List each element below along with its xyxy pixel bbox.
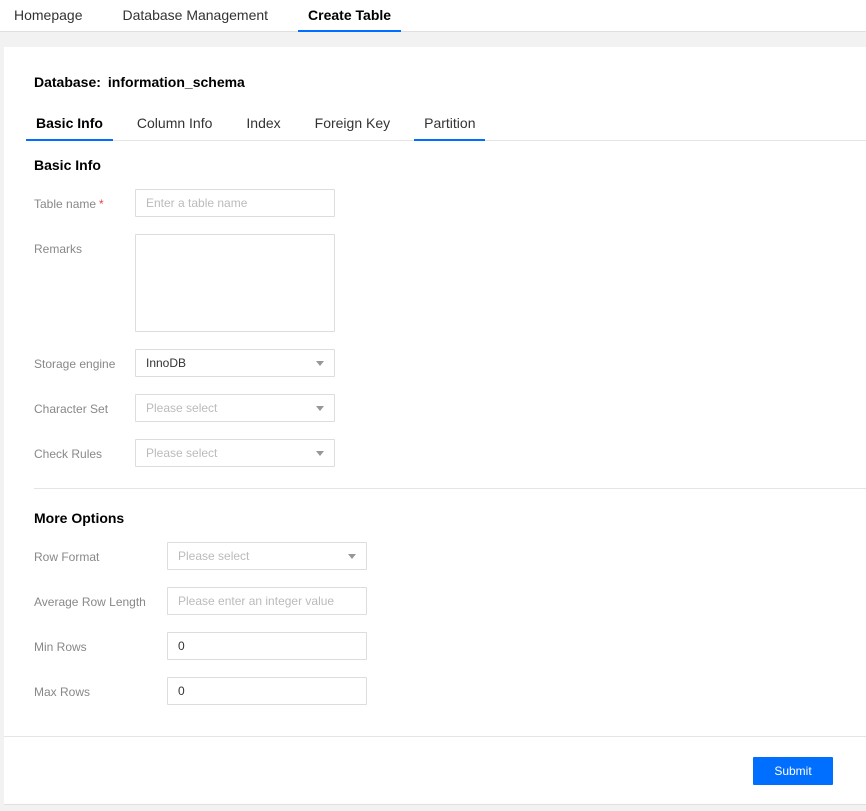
min-rows-label: Min Rows: [34, 632, 167, 654]
remarks-label: Remarks: [34, 234, 135, 256]
section-divider: [34, 488, 866, 489]
character-set-label: Character Set: [34, 394, 135, 416]
average-row-length-row: Average Row Length: [34, 587, 866, 615]
tab-basic-info[interactable]: Basic Info: [26, 109, 113, 141]
remarks-row: Remarks: [34, 234, 866, 332]
row-format-row: Row Format Please select: [34, 542, 866, 570]
chevron-down-icon: [348, 554, 356, 559]
remarks-textarea[interactable]: [135, 234, 335, 332]
average-row-length-label: Average Row Length: [34, 587, 167, 609]
database-label: Database:: [34, 74, 101, 90]
form-tab-bar: Basic Info Column Info Index Foreign Key…: [26, 109, 866, 141]
tab-column-info[interactable]: Column Info: [127, 109, 222, 141]
table-name-label: Table name*: [34, 189, 135, 211]
check-rules-placeholder: Please select: [146, 446, 217, 460]
tab-create-table[interactable]: Create Table: [298, 1, 401, 32]
create-table-panel: Database: information_schema Basic Info C…: [4, 47, 866, 805]
basic-info-heading: Basic Info: [34, 157, 866, 173]
storage-engine-row: Storage engine InnoDB: [34, 349, 866, 377]
check-rules-label: Check Rules: [34, 439, 135, 461]
check-rules-select[interactable]: Please select: [135, 439, 335, 467]
tab-foreign-key[interactable]: Foreign Key: [305, 109, 400, 141]
tab-partition[interactable]: Partition: [414, 109, 485, 141]
basic-info-form: Table name* Remarks Storage engine InnoD…: [4, 189, 866, 484]
more-options-form: Row Format Please select Average Row Len…: [4, 542, 866, 722]
average-row-length-input[interactable]: [167, 587, 367, 615]
more-options-heading: More Options: [34, 510, 866, 526]
min-rows-row: Min Rows: [34, 632, 866, 660]
chevron-down-icon: [316, 451, 324, 456]
character-set-row: Character Set Please select: [34, 394, 866, 422]
max-rows-row: Max Rows: [34, 677, 866, 705]
storage-engine-select[interactable]: InnoDB: [135, 349, 335, 377]
required-marker: *: [99, 197, 104, 211]
chevron-down-icon: [316, 361, 324, 366]
tab-database-management[interactable]: Database Management: [113, 1, 279, 32]
table-name-row: Table name*: [34, 189, 866, 217]
submit-button[interactable]: Submit: [753, 757, 833, 785]
top-tab-bar: Homepage Database Management Create Tabl…: [0, 0, 866, 32]
min-rows-input[interactable]: [167, 632, 367, 660]
tab-index[interactable]: Index: [236, 109, 290, 141]
row-format-label: Row Format: [34, 542, 167, 564]
max-rows-label: Max Rows: [34, 677, 167, 699]
row-format-placeholder: Please select: [178, 549, 249, 563]
chevron-down-icon: [316, 406, 324, 411]
tab-homepage[interactable]: Homepage: [4, 1, 93, 32]
table-name-label-text: Table name: [34, 197, 96, 211]
max-rows-input[interactable]: [167, 677, 367, 705]
table-name-input[interactable]: [135, 189, 335, 217]
storage-engine-value: InnoDB: [146, 356, 186, 370]
database-name: information_schema: [108, 74, 245, 90]
row-format-select[interactable]: Please select: [167, 542, 367, 570]
character-set-placeholder: Please select: [146, 401, 217, 415]
footer-bar: Submit: [4, 737, 866, 804]
character-set-select[interactable]: Please select: [135, 394, 335, 422]
check-rules-row: Check Rules Please select: [34, 439, 866, 467]
database-heading: Database: information_schema: [34, 74, 866, 90]
storage-engine-label: Storage engine: [34, 349, 135, 371]
